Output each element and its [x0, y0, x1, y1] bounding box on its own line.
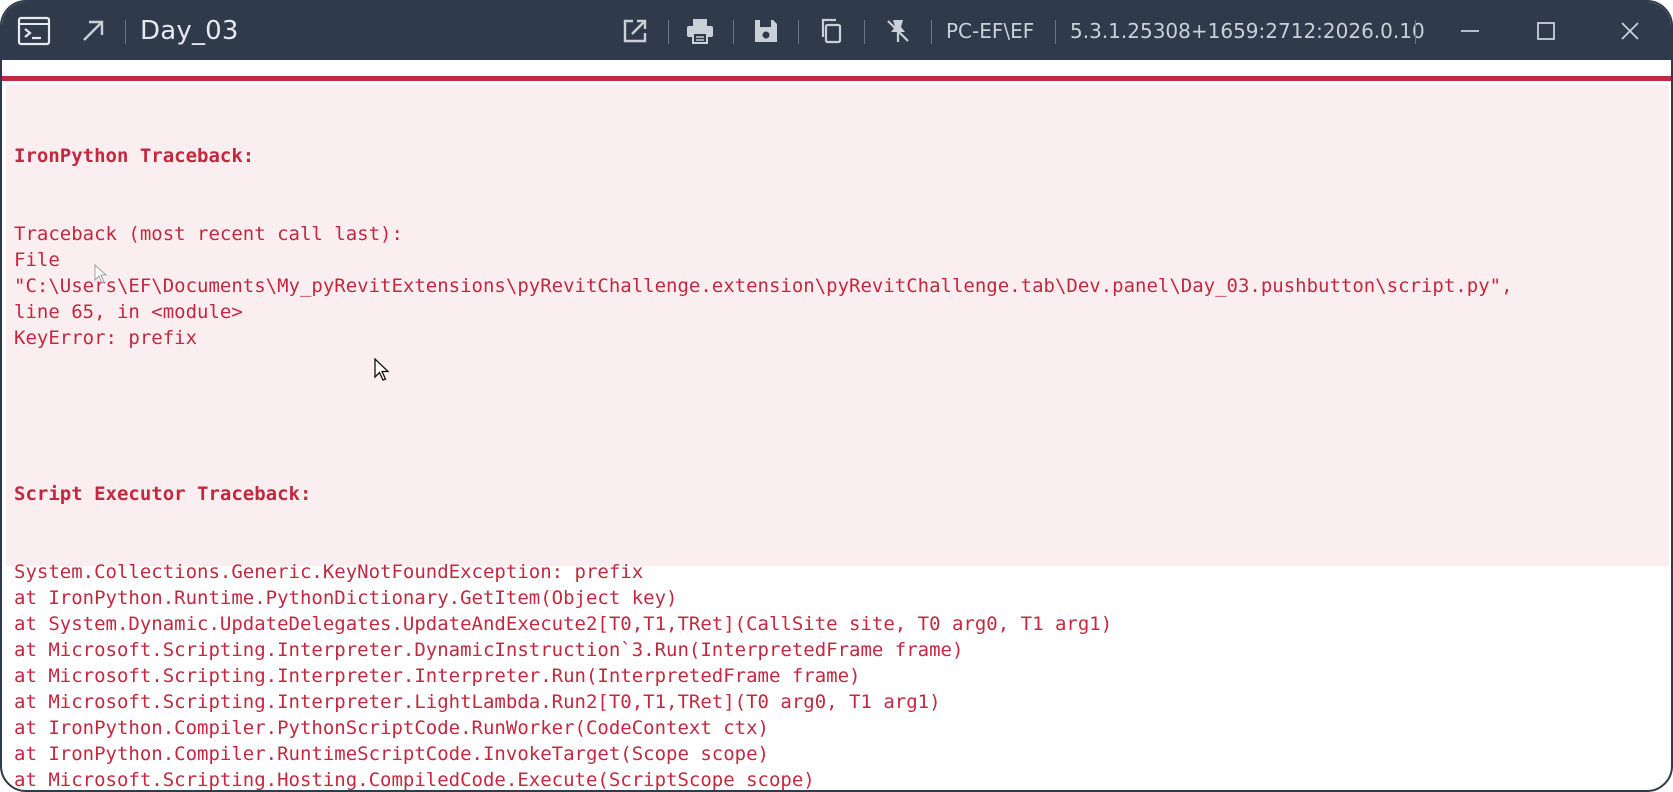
- maximize-button[interactable]: [1516, 2, 1576, 60]
- maximize-icon: [1537, 22, 1555, 40]
- stacktrace-line: at IronPython.Runtime.PythonDictionary.G…: [14, 587, 678, 609]
- separator: [668, 20, 669, 44]
- window-title: Day_03: [140, 2, 250, 60]
- separator: [864, 20, 865, 44]
- copy-icon[interactable]: [812, 2, 850, 60]
- output-window: Day_03 PC-EF\EF 5.3.1.25308+1659:2712:20…: [0, 0, 1673, 792]
- error-accent-bar: [2, 76, 1671, 81]
- minimize-button[interactable]: [1440, 2, 1500, 60]
- traceback-line: line 65, in <module>: [14, 301, 243, 323]
- stacktrace-line: at Microsoft.Scripting.Hosting.CompiledC…: [14, 769, 815, 791]
- version-label: 5.3.1.25308+1659:2712:2026.0.10: [1070, 2, 1425, 60]
- close-icon: [1621, 22, 1639, 40]
- separator: [733, 20, 734, 44]
- separator: [125, 20, 126, 44]
- save-icon[interactable]: [747, 2, 785, 60]
- printer-icon[interactable]: [680, 2, 720, 60]
- title-bar: Day_03 PC-EF\EF 5.3.1.25308+1659:2712:20…: [2, 2, 1671, 60]
- separator: [1415, 20, 1416, 44]
- version-text: 5.3.1.25308+1659:2712:2026.0.10: [1070, 19, 1425, 43]
- separator: [931, 20, 932, 44]
- machine-label: PC-EF\EF: [946, 2, 1046, 60]
- traceback-line: KeyError: prefix: [14, 327, 198, 349]
- machine-text: PC-EF\EF: [946, 19, 1035, 43]
- stacktrace-line: at Microsoft.Scripting.Interpreter.Light…: [14, 691, 941, 713]
- separator: [798, 20, 799, 44]
- minimize-icon: [1461, 30, 1479, 32]
- ghost-cursor-icon: [94, 263, 110, 291]
- arrow-expand-icon[interactable]: [74, 2, 112, 60]
- traceback-line: Traceback (most recent call last):: [14, 223, 403, 245]
- traceback-line: File: [14, 249, 60, 271]
- stacktrace-line: System.Collections.Generic.KeyNotFoundEx…: [14, 561, 644, 583]
- mouse-cursor-icon: [374, 357, 392, 389]
- stacktrace-line: at Microsoft.Scripting.Interpreter.Inter…: [14, 665, 861, 687]
- traceback-output: IronPython Traceback: Traceback (most re…: [6, 85, 1669, 790]
- executor-traceback-header: Script Executor Traceback:: [14, 483, 312, 505]
- stacktrace-line: at IronPython.Compiler.RuntimeScriptCode…: [14, 743, 769, 765]
- close-button[interactable]: [1600, 2, 1660, 60]
- open-external-icon[interactable]: [617, 2, 653, 60]
- separator: [1055, 20, 1056, 44]
- stacktrace-line: at Microsoft.Scripting.Interpreter.Dynam…: [14, 639, 964, 661]
- ironpython-traceback-header: IronPython Traceback:: [14, 145, 255, 167]
- stacktrace-line: at IronPython.Compiler.PythonScriptCode.…: [14, 717, 769, 739]
- unpin-icon[interactable]: [878, 2, 918, 60]
- stacktrace-line: at System.Dynamic.UpdateDelegates.Update…: [14, 613, 1113, 635]
- traceback-line: "C:\Users\EF\Documents\My_pyRevitExtensi…: [14, 275, 1513, 297]
- terminal-icon[interactable]: [14, 2, 54, 60]
- window-title-text: Day_03: [140, 16, 239, 46]
